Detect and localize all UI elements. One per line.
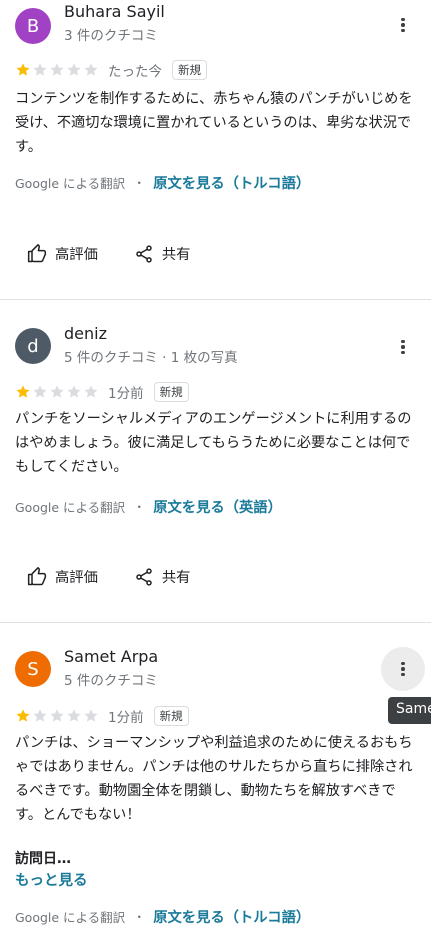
more-link[interactable]: もっと見る — [15, 869, 88, 890]
rating-row: 1分前 新規 — [15, 381, 189, 403]
review-actions: 高評価 共有 — [27, 243, 190, 264]
translated-by-label: Google による翻訳 — [15, 910, 126, 925]
star-filled-icon — [16, 709, 30, 722]
reviewer-meta: 5 件のクチコミ · 1 枚の写真 — [64, 350, 238, 366]
share-button[interactable]: 共有 — [134, 566, 191, 587]
star-empty-icon — [84, 63, 98, 76]
star-empty-icon — [50, 63, 64, 76]
visit-date-label: 訪問日… — [15, 851, 71, 867]
translation-row: Google による翻訳 ・ 原文を見る（トルコ語） — [15, 906, 310, 927]
more-vert-icon — [401, 17, 405, 33]
share-icon — [136, 244, 152, 263]
like-button[interactable]: 高評価 — [27, 243, 98, 264]
star-rating — [15, 708, 99, 724]
star-empty-icon — [67, 709, 81, 722]
review-actions: 高評価 共有 — [27, 566, 190, 587]
translation-row: Google による翻訳 ・ 原文を見る（英語） — [15, 496, 282, 517]
reviewer-name[interactable]: Samet Arpa — [64, 647, 158, 666]
star-filled-icon — [16, 63, 30, 76]
review-time: 1分前 — [108, 386, 144, 402]
divider — [0, 622, 431, 623]
like-label: 高評価 — [55, 570, 98, 586]
see-original-link[interactable]: 原文を見る（英語） — [153, 496, 282, 517]
more-options-button[interactable] — [381, 647, 425, 691]
new-badge: 新規 — [172, 60, 207, 80]
star-empty-icon — [67, 385, 81, 398]
avatar[interactable]: d — [15, 328, 51, 364]
separator: ・ — [133, 910, 146, 924]
more-options-button[interactable] — [381, 3, 425, 47]
new-badge: 新規 — [153, 706, 189, 726]
star-empty-icon — [84, 709, 98, 722]
new-badge: 新規 — [153, 382, 189, 402]
separator: ・ — [133, 176, 146, 190]
reviewer-name[interactable]: deniz — [64, 324, 107, 343]
like-label: 高評価 — [55, 247, 98, 263]
avatar[interactable]: B — [15, 8, 51, 44]
star-rating — [15, 384, 99, 400]
share-icon — [136, 567, 152, 586]
reviewer-name[interactable]: Buhara Sayil — [64, 2, 165, 21]
star-empty-icon — [33, 709, 47, 722]
divider — [0, 299, 431, 300]
star-empty-icon — [33, 63, 47, 76]
rating-row: 1分前 新規 — [15, 705, 189, 727]
separator: ・ — [133, 500, 146, 514]
like-button[interactable]: 高評価 — [27, 566, 98, 587]
rating-row: たった今 新規 — [15, 59, 207, 81]
review-time: 1分前 — [108, 710, 144, 726]
share-button[interactable]: 共有 — [134, 243, 191, 264]
more-vert-icon — [401, 661, 405, 677]
review-text: コンテンツを制作するために、赤ちゃん猿のパンチがいじめを受け、不適切な環境に置か… — [15, 91, 413, 155]
share-label: 共有 — [161, 247, 191, 263]
thumb-up-icon — [27, 243, 47, 262]
more-vert-icon — [401, 339, 405, 355]
thumb-up-icon — [27, 566, 47, 585]
see-original-link[interactable]: 原文を見る（トルコ語） — [153, 172, 310, 193]
share-label: 共有 — [161, 570, 191, 586]
avatar[interactable]: S — [15, 651, 51, 687]
star-empty-icon — [67, 63, 81, 76]
star-empty-icon — [50, 385, 64, 398]
star-empty-icon — [50, 709, 64, 722]
translated-by-label: Google による翻訳 — [15, 500, 126, 515]
review-time: たった今 — [108, 64, 162, 80]
see-original-link[interactable]: 原文を見る（トルコ語） — [153, 906, 310, 927]
translated-by-label: Google による翻訳 — [15, 176, 126, 191]
star-empty-icon — [84, 385, 98, 398]
review-text: パンチは、ショーマンシップや利益追求のために使えるおもちゃではありません。パンチ… — [15, 735, 413, 823]
star-rating — [15, 62, 99, 78]
reviewer-meta: 3 件のクチコミ — [64, 28, 158, 44]
reviewer-meta: 5 件のクチコミ — [64, 673, 158, 689]
star-filled-icon — [16, 385, 30, 398]
review-text: パンチをソーシャルメディアのエンゲージメントに利用するのはやめましょう。彼に満足… — [15, 411, 412, 475]
translation-row: Google による翻訳 ・ 原文を見る（トルコ語） — [15, 172, 310, 193]
tooltip: Same — [388, 697, 431, 724]
more-options-button[interactable] — [381, 325, 425, 369]
star-empty-icon — [33, 385, 47, 398]
